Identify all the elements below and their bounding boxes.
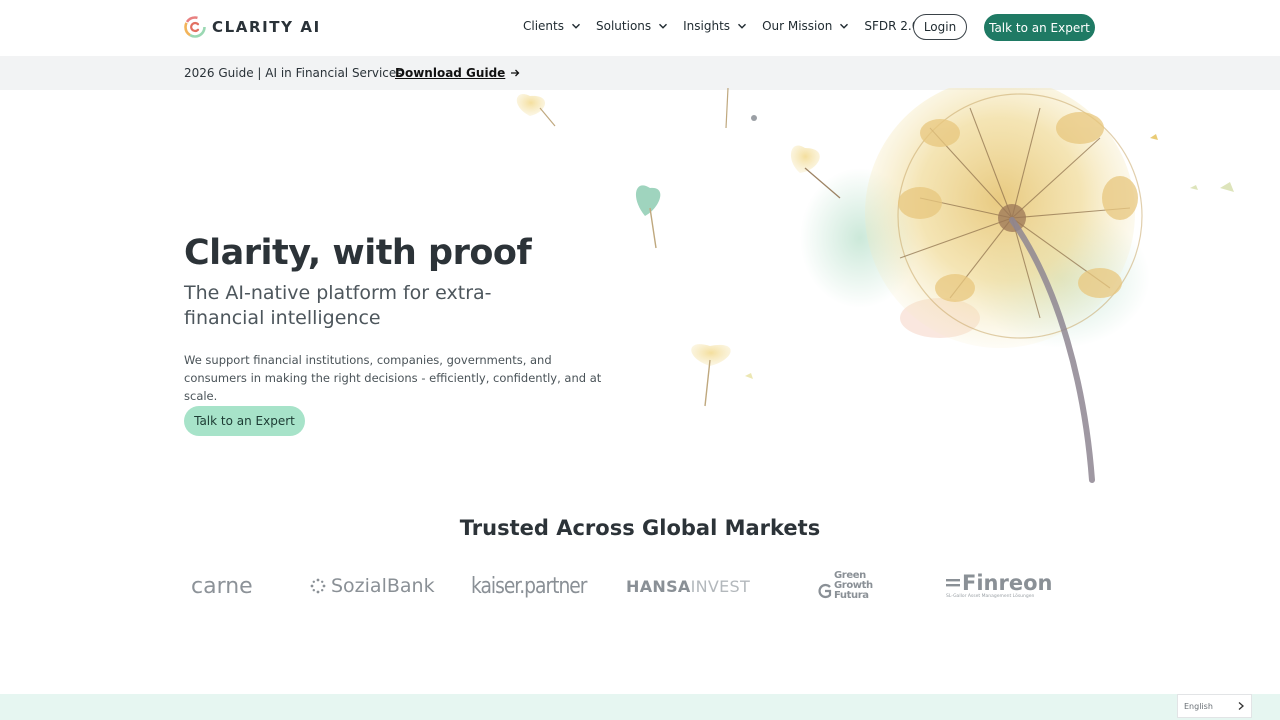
menu-solutions-label: Solutions	[596, 19, 652, 33]
ggf-logo-line3: Futura	[834, 590, 869, 601]
finreon-tagline: SL-Gallor Asset Management Lösungen	[946, 594, 1035, 599]
finreon-mark-icon	[946, 579, 960, 587]
menu-clients[interactable]: Clients	[523, 19, 581, 33]
kaiser-partner-logo-text: kaiser.partner	[471, 573, 587, 599]
sozialbank-mark-icon	[310, 578, 326, 594]
hansainvest-logo: HANSA INVEST	[626, 566, 750, 606]
announcement-banner: 2026 Guide | AI in Financial Services Do…	[0, 56, 1280, 90]
banner-text: 2026 Guide | AI in Financial Services	[184, 66, 403, 80]
hero-subtitle: The AI-native platform for extra-financi…	[184, 282, 492, 329]
hansainvest-logo-part1: HANSA	[626, 576, 691, 596]
menu-insights[interactable]: Insights	[683, 19, 747, 33]
finreon-logo: Finreon SL-Gallor Asset Management Lösun…	[946, 566, 1052, 606]
menu-solutions[interactable]: Solutions	[596, 19, 668, 33]
finreon-logo-text: Finreon	[962, 571, 1053, 595]
chevron-down-icon	[840, 23, 849, 29]
hero-title: Clarity, with proof	[184, 233, 532, 273]
hero-talk-to-expert-button[interactable]: Talk to an Expert	[184, 406, 305, 436]
ggf-mark-icon	[818, 583, 832, 599]
language-selector[interactable]: English	[1177, 694, 1252, 718]
arrow-right-icon	[511, 69, 520, 77]
green-growth-futura-logo: Green Growth Futura	[816, 566, 873, 606]
download-guide-link[interactable]: Download Guide	[395, 66, 520, 80]
carne-logo: carne	[191, 566, 253, 606]
carne-logo-text: carne	[191, 573, 253, 599]
chevron-down-icon	[738, 23, 747, 29]
menu-our-mission-label: Our Mission	[762, 19, 833, 33]
language-selected: English	[1184, 701, 1213, 711]
menu-clients-label: Clients	[523, 19, 564, 33]
chevron-down-icon	[572, 23, 580, 29]
clarity-logo-icon	[184, 16, 206, 38]
brand-name: CLARITY AI	[212, 18, 321, 36]
client-logos: carne SozialBank kaiser.partner HANSA INV…	[184, 566, 1080, 606]
hansainvest-logo-part2: INVEST	[690, 576, 751, 596]
menu-our-mission[interactable]: Our Mission	[762, 19, 849, 33]
download-guide-label: Download Guide	[395, 66, 506, 80]
trust-section-title: Trusted Across Global Markets	[459, 516, 821, 540]
dandelion-illustration	[516, 88, 1234, 483]
talk-to-expert-button[interactable]: Talk to an Expert	[984, 14, 1095, 41]
chevron-down-icon	[659, 23, 668, 29]
top-navigation: CLARITY AI Clients Solutions Insights Ou…	[0, 0, 1280, 56]
sozialbank-logo-text: SozialBank	[331, 575, 435, 597]
kaiser-partner-logo: kaiser.partner	[471, 566, 587, 606]
menu-insights-label: Insights	[683, 19, 731, 33]
sozialbank-logo: SozialBank	[310, 566, 435, 606]
next-section-strip	[0, 694, 1280, 720]
chevron-right-icon	[1238, 702, 1244, 710]
clarity-ai-logo[interactable]: CLARITY AI	[184, 16, 321, 38]
main-menu: Clients Solutions Insights Our Mission S…	[523, 19, 960, 33]
login-button[interactable]: Login	[913, 14, 967, 40]
